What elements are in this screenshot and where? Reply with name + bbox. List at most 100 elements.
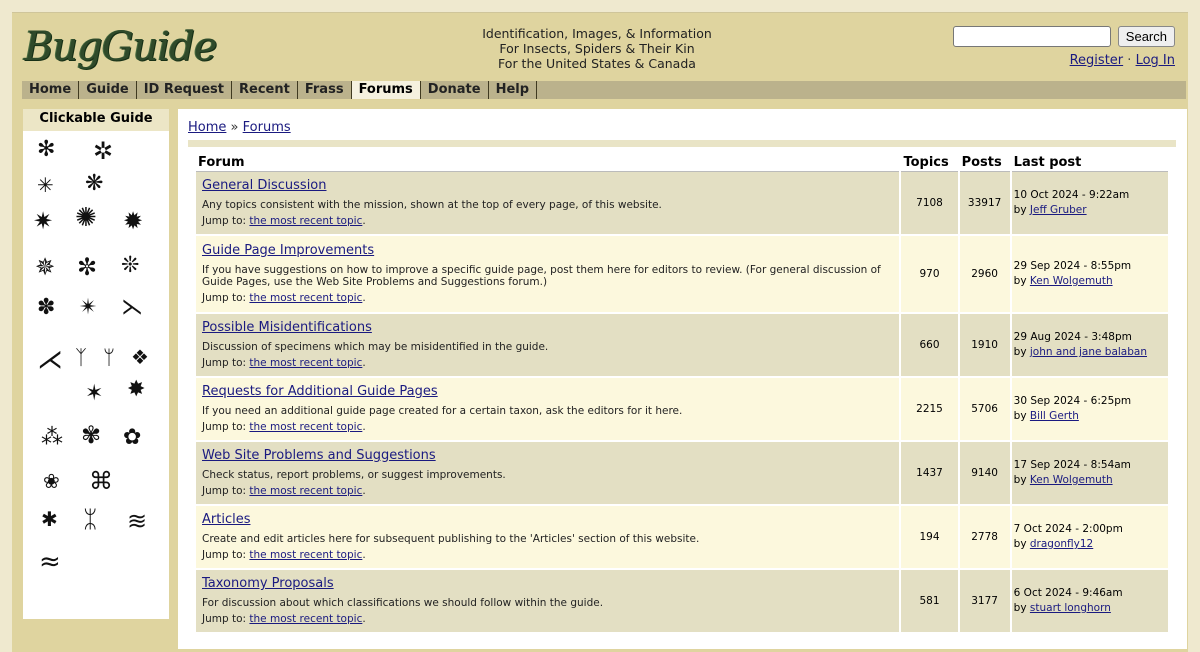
true-bug-icon[interactable]: ✸ [127,379,145,401]
millipede-icon[interactable]: ≈ [39,549,61,575]
forum-description: Check status, report problems, or sugges… [202,469,506,481]
tick-icon[interactable]: ⌘ [89,469,113,493]
last-post-user-link[interactable]: Ken Wolgemuth [1030,275,1113,287]
clickable-guide: Clickable Guide ✻ ✲ ✳ ❋ ✷ ✺ ✹ ✵ ✼ ❊ ✽ ✴ ⋋ ⋌ ᛉ ᛘ ❖ ✶ ✸ ⁂ ✾ ✿ ❀ ⌘… [23,109,169,619]
last-post-date: 10 Oct 2024 - 9:22am [1013,189,1130,201]
ant-icon[interactable]: ᛉ [75,347,87,367]
most-recent-topic-link[interactable]: the most recent topic [249,357,362,369]
nav-home[interactable]: Home [22,81,80,99]
forum-title-link[interactable]: Articles [202,512,250,527]
last-post-user-link[interactable]: Bill Gerth [1030,410,1079,422]
by-label: by [1013,474,1027,486]
topics-count: 7108 [901,172,958,234]
header-last-post: Last post [1011,153,1168,172]
forum-row: Possible Misidentifications Discussion of… [196,314,1168,376]
forum-row: Web Site Problems and Suggestions Check s… [196,442,1168,504]
search-button[interactable]: Search [1117,26,1175,47]
crane-fly-icon[interactable]: ✷ [33,209,53,233]
forum-title-link[interactable]: Taxonomy Proposals [202,576,334,591]
cicada-icon[interactable]: ❖ [131,347,149,367]
forum-title-link[interactable]: Possible Misidentifications [202,320,372,335]
cricket-icon[interactable]: ❀ [43,471,60,491]
bugguide-logo[interactable]: BugGuide [24,23,218,71]
by-label: by [1013,346,1027,358]
walkingstick-icon[interactable]: ⋋ [121,297,143,319]
tagline-line-1: Identification, Images, & Information [482,26,712,41]
most-recent-topic-link[interactable]: the most recent topic [249,215,362,227]
forum-cell: Web Site Problems and Suggestions Check s… [196,442,900,504]
forum-row: Guide Page Improvements If you have sugge… [196,236,1168,312]
spider-icon[interactable]: ✱ [41,509,58,529]
forum-cell: Requests for Additional Guide Pages If yo… [196,378,900,440]
row-spacer [196,632,1168,634]
last-post-user-link[interactable]: dragonfly12 [1030,538,1093,550]
nav-help[interactable]: Help [489,81,538,99]
last-post: 29 Aug 2024 - 3:48pm by john and jane bal… [1011,314,1168,376]
breadcrumb-forums[interactable]: Forums [243,120,291,135]
last-post-user-link[interactable]: Ken Wolgemuth [1030,474,1113,486]
breadcrumb-home[interactable]: Home [188,120,226,135]
most-recent-topic-link[interactable]: the most recent topic [249,421,362,433]
search-input[interactable] [952,26,1111,47]
flea-icon[interactable]: ✿ [123,427,141,449]
mosquito-icon[interactable]: ✹ [123,209,143,233]
jump-to: Jump to: the most recent topic. [202,292,366,304]
assassin-bug-icon[interactable]: ✶ [85,383,103,405]
main-nav: Home Guide ID Request Recent Frass Forums Dona… [22,81,1186,99]
last-post: 10 Oct 2024 - 9:22am by Jeff Gruber [1011,172,1168,234]
most-recent-topic-link[interactable]: the most recent topic [249,549,362,561]
centipede-icon[interactable]: ≋ [127,509,147,533]
forum-title-link[interactable]: Web Site Problems and Suggestions [202,448,436,463]
grasshopper-mantis-icon[interactable]: ✵ [35,255,55,279]
jump-label: Jump to: [202,357,247,369]
earwig-icon[interactable]: ⋌ [37,347,63,373]
beetle-icon[interactable]: ⁂ [41,427,63,449]
fly-icon[interactable]: ✳ [37,175,54,195]
forum-description: If you have suggestions on how to improv… [202,264,881,288]
last-post: 7 Oct 2024 - 2:00pm by dragonfly12 [1011,506,1168,568]
forum-cell: General Discussion Any topics consistent … [196,172,900,234]
header-topics: Topics [901,153,958,172]
nav-recent[interactable]: Recent [232,81,298,99]
posts-count: 33917 [959,172,1010,234]
nav-donate[interactable]: Donate [421,81,489,99]
last-post-date: 29 Sep 2024 - 8:55pm [1013,260,1132,272]
caterpillar-icon[interactable]: ❋ [85,173,103,195]
cockroach-icon[interactable]: ✼ [77,255,97,279]
forum-row: General Discussion Any topics consistent … [196,172,1168,234]
most-recent-topic-link[interactable]: the most recent topic [249,292,362,304]
breadcrumb: Home » Forums [188,120,291,135]
most-recent-topic-link[interactable]: the most recent topic [249,613,362,625]
fly-icon-2[interactable]: ❊ [121,255,139,277]
longhorn-beetle-icon[interactable]: ✾ [81,423,101,447]
nav-frass[interactable]: Frass [298,81,352,99]
termite-icon[interactable]: ᛘ [103,347,115,367]
last-post-user-link[interactable]: Jeff Gruber [1030,204,1087,216]
last-post-date: 6 Oct 2024 - 9:46am [1013,587,1123,599]
last-post-date: 17 Sep 2024 - 8:54am [1013,459,1131,471]
last-post-date: 29 Aug 2024 - 3:48pm [1013,331,1132,343]
last-post-user-link[interactable]: stuart longhorn [1030,602,1111,614]
wasp-icon[interactable]: ✴ [79,297,97,319]
register-link[interactable]: Register [1070,53,1124,68]
bee-icon[interactable]: ✽ [37,297,55,319]
moth-icon[interactable]: ✻ [37,139,55,161]
last-post-user-link[interactable]: john and jane balaban [1030,346,1147,358]
forum-title-link[interactable]: Requests for Additional Guide Pages [202,384,438,399]
dragonfly-icon[interactable]: ✺ [75,205,97,231]
butterfly-icon[interactable]: ✲ [93,139,113,163]
forum-cell: Articles Create and edit articles here fo… [196,506,900,568]
login-link[interactable]: Log In [1136,53,1175,68]
bug-icon-grid: ✻ ✲ ✳ ❋ ✷ ✺ ✹ ✵ ✼ ❊ ✽ ✴ ⋋ ⋌ ᛉ ᛘ ❖ ✶ ✸ ⁂ ✾ ✿ ❀ ⌘ ✱ ᛯ ≋ ≈ [23,131,169,621]
nav-id-request[interactable]: ID Request [137,81,233,99]
topics-count: 194 [901,506,958,568]
nav-forums[interactable]: Forums [351,81,421,99]
forum-title-link[interactable]: Guide Page Improvements [202,243,374,258]
breadcrumb-separator: » [230,120,239,135]
most-recent-topic-link[interactable]: the most recent topic [249,485,362,497]
forum-title-link[interactable]: General Discussion [202,178,327,193]
nav-guide[interactable]: Guide [79,81,137,99]
scorpion-icon[interactable]: ᛯ [83,507,97,531]
tagline-line-3: For the United States & Canada [498,56,696,71]
forum-cell: Taxonomy Proposals For discussion about w… [196,570,900,632]
